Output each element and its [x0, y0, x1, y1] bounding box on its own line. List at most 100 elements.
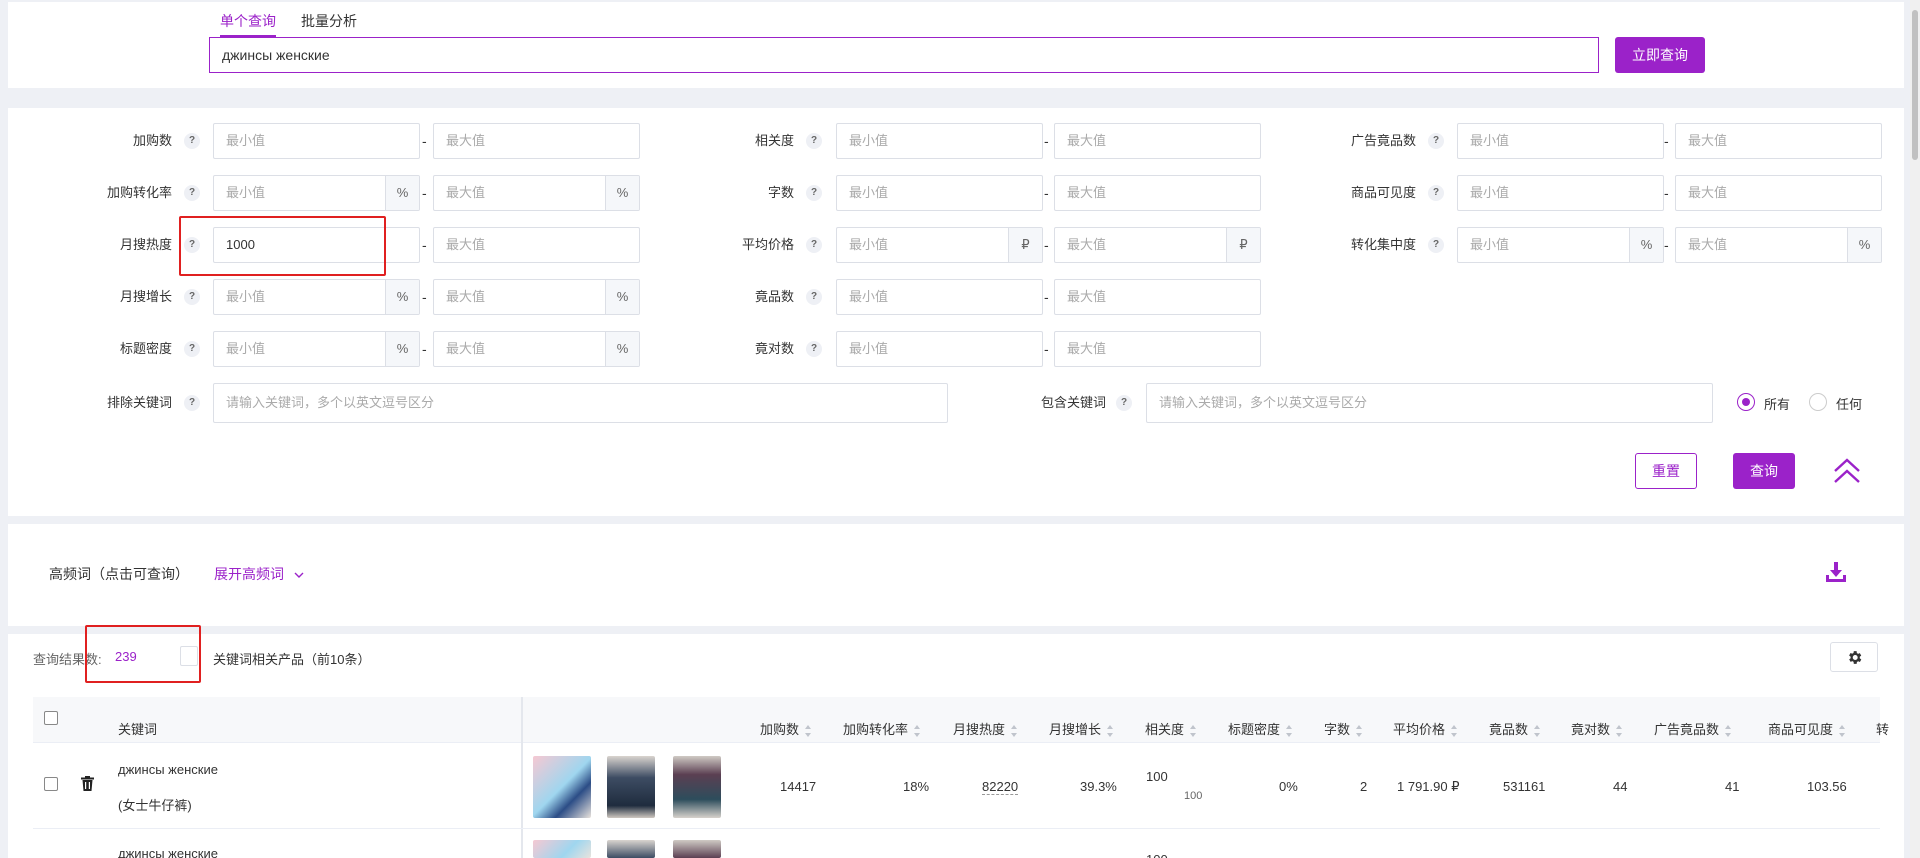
keyword-text[interactable]: джинсы женские: [118, 762, 218, 777]
tab-single-query[interactable]: 单个查询: [220, 11, 276, 37]
column-header[interactable]: 月搜热度: [953, 720, 1018, 740]
filter-min-input[interactable]: 最小值: [836, 175, 1043, 211]
submit-search-button[interactable]: 立即查询: [1615, 37, 1705, 73]
column-header[interactable]: 商品可见度: [1768, 720, 1846, 740]
column-header[interactable]: 字数: [1324, 720, 1363, 740]
expand-highfreq-link[interactable]: 展开高频词: [214, 564, 304, 584]
column-header-label: 广告竟品数: [1654, 722, 1720, 737]
help-icon[interactable]: ?: [1116, 395, 1132, 411]
help-icon[interactable]: ?: [1428, 185, 1444, 201]
filter-min-input[interactable]: 最小值: [836, 279, 1043, 315]
sort-icon[interactable]: [1011, 724, 1018, 737]
query-button[interactable]: 查询: [1733, 453, 1795, 489]
sort-icon[interactable]: [1725, 724, 1732, 737]
download-icon[interactable]: [1824, 560, 1848, 584]
sort-icon[interactable]: [1107, 724, 1114, 737]
product-thumbnail[interactable]: [673, 756, 721, 818]
column-header[interactable]: 月搜增长: [1049, 720, 1114, 740]
filter-max-input[interactable]: 最大值: [433, 227, 640, 263]
filter-min-input[interactable]: 最小值%: [213, 279, 420, 315]
filter-max-input[interactable]: 最大值: [1054, 331, 1261, 367]
keyword-text[interactable]: джинсы женские: [118, 846, 218, 858]
filter-min-input[interactable]: 最小值%: [1457, 227, 1664, 263]
sort-icon[interactable]: [1286, 724, 1293, 737]
product-thumbnail[interactable]: [673, 840, 721, 858]
filter-max-value: 最大值: [446, 133, 486, 148]
sort-icon[interactable]: [1451, 724, 1458, 737]
column-header[interactable]: 竟对数: [1571, 720, 1623, 740]
help-icon[interactable]: ?: [806, 289, 822, 305]
help-icon[interactable]: ?: [806, 133, 822, 149]
column-header[interactable]: 转: [1876, 720, 1889, 740]
filter-max-input[interactable]: 最大值: [1675, 123, 1882, 159]
sort-icon[interactable]: [1356, 724, 1363, 737]
help-icon[interactable]: ?: [806, 341, 822, 357]
filter-max-input[interactable]: 最大值: [1054, 175, 1261, 211]
scrollbar-thumb[interactable]: [1912, 10, 1918, 160]
row-checkbox[interactable]: [44, 777, 58, 791]
column-header[interactable]: 标题密度: [1228, 720, 1293, 740]
filter-max-input[interactable]: 最大值: [1054, 279, 1261, 315]
product-thumbnail[interactable]: [533, 840, 591, 858]
product-thumbnail[interactable]: [607, 756, 655, 818]
filter-max-input[interactable]: 最大值: [1054, 123, 1261, 159]
sort-icon[interactable]: [1839, 724, 1846, 737]
filter-max-input[interactable]: 最大值%: [433, 175, 640, 211]
product-thumbnail[interactable]: [533, 756, 591, 818]
exclude-keyword-input[interactable]: 请输入关键词，多个以英文逗号区分: [213, 383, 948, 423]
help-icon[interactable]: ?: [806, 237, 822, 253]
tab-batch-analysis[interactable]: 批量分析: [301, 11, 357, 31]
help-icon[interactable]: ?: [184, 395, 200, 411]
filter-min-input[interactable]: 最小值 ₽: [836, 227, 1043, 263]
help-icon[interactable]: ?: [1428, 133, 1444, 149]
product-thumbnail[interactable]: [607, 840, 655, 858]
filter-min-input[interactable]: 最小值%: [213, 175, 420, 211]
filter-max-input[interactable]: 最大值: [433, 123, 640, 159]
help-icon[interactable]: ?: [184, 341, 200, 357]
filter-min-input[interactable]: 最小值: [1457, 123, 1664, 159]
help-icon[interactable]: ?: [184, 289, 200, 305]
filter-max-input[interactable]: 最大值%: [433, 331, 640, 367]
help-icon[interactable]: ?: [1428, 237, 1444, 253]
sort-icon[interactable]: [1616, 724, 1623, 737]
filter-min-input[interactable]: 最小值: [213, 123, 420, 159]
filter-max-value: 最大值: [446, 185, 486, 200]
help-icon[interactable]: ?: [806, 185, 822, 201]
filter-min-input[interactable]: 最小值: [1457, 175, 1664, 211]
filter-min-value: 最小值: [226, 341, 266, 356]
radio-all[interactable]: [1737, 393, 1755, 411]
help-icon[interactable]: ?: [184, 185, 200, 201]
column-header[interactable]: 平均价格: [1393, 720, 1458, 740]
cell-monthly-heat[interactable]: 82220: [982, 779, 1019, 795]
select-all-checkbox[interactable]: [44, 711, 58, 725]
filter-min-input[interactable]: 最小值: [836, 123, 1043, 159]
filter-max-input[interactable]: 最大值 ₽: [1054, 227, 1261, 263]
filter-min-input[interactable]: 最小值%: [213, 331, 420, 367]
column-header[interactable]: 广告竟品数: [1654, 720, 1732, 740]
trash-icon[interactable]: [81, 776, 94, 794]
help-icon[interactable]: ?: [184, 133, 200, 149]
include-keyword-input[interactable]: 请输入关键词，多个以英文逗号区分: [1146, 383, 1713, 423]
collapse-icon[interactable]: [1832, 457, 1862, 485]
filter-min-input[interactable]: 最小值: [836, 331, 1043, 367]
column-header[interactable]: 竟品数: [1489, 720, 1541, 740]
filter-max-input[interactable]: 最大值%: [1675, 227, 1882, 263]
filter-max-input[interactable]: 最大值%: [433, 279, 640, 315]
column-header[interactable]: 相关度: [1145, 720, 1197, 740]
sort-icon[interactable]: [1534, 724, 1541, 737]
search-input[interactable]: джинсы женские: [209, 37, 1599, 73]
column-header[interactable]: 关键词: [118, 720, 157, 740]
sort-icon[interactable]: [805, 724, 812, 737]
radio-any[interactable]: [1809, 393, 1827, 411]
range-dash: -: [1664, 237, 1669, 253]
sort-icon[interactable]: [914, 724, 921, 737]
column-header-label: 商品可见度: [1768, 722, 1834, 737]
reset-button[interactable]: 重置: [1635, 453, 1697, 489]
settings-button[interactable]: [1830, 642, 1878, 672]
column-header[interactable]: 加购转化率: [843, 720, 921, 740]
sort-icon[interactable]: [1190, 724, 1197, 737]
filter-max-input[interactable]: 最大值: [1675, 175, 1882, 211]
cell-word-count: 2: [1360, 779, 1368, 794]
column-header[interactable]: 加购数: [760, 720, 812, 740]
expand-highfreq-label: 展开高频词: [214, 566, 284, 582]
